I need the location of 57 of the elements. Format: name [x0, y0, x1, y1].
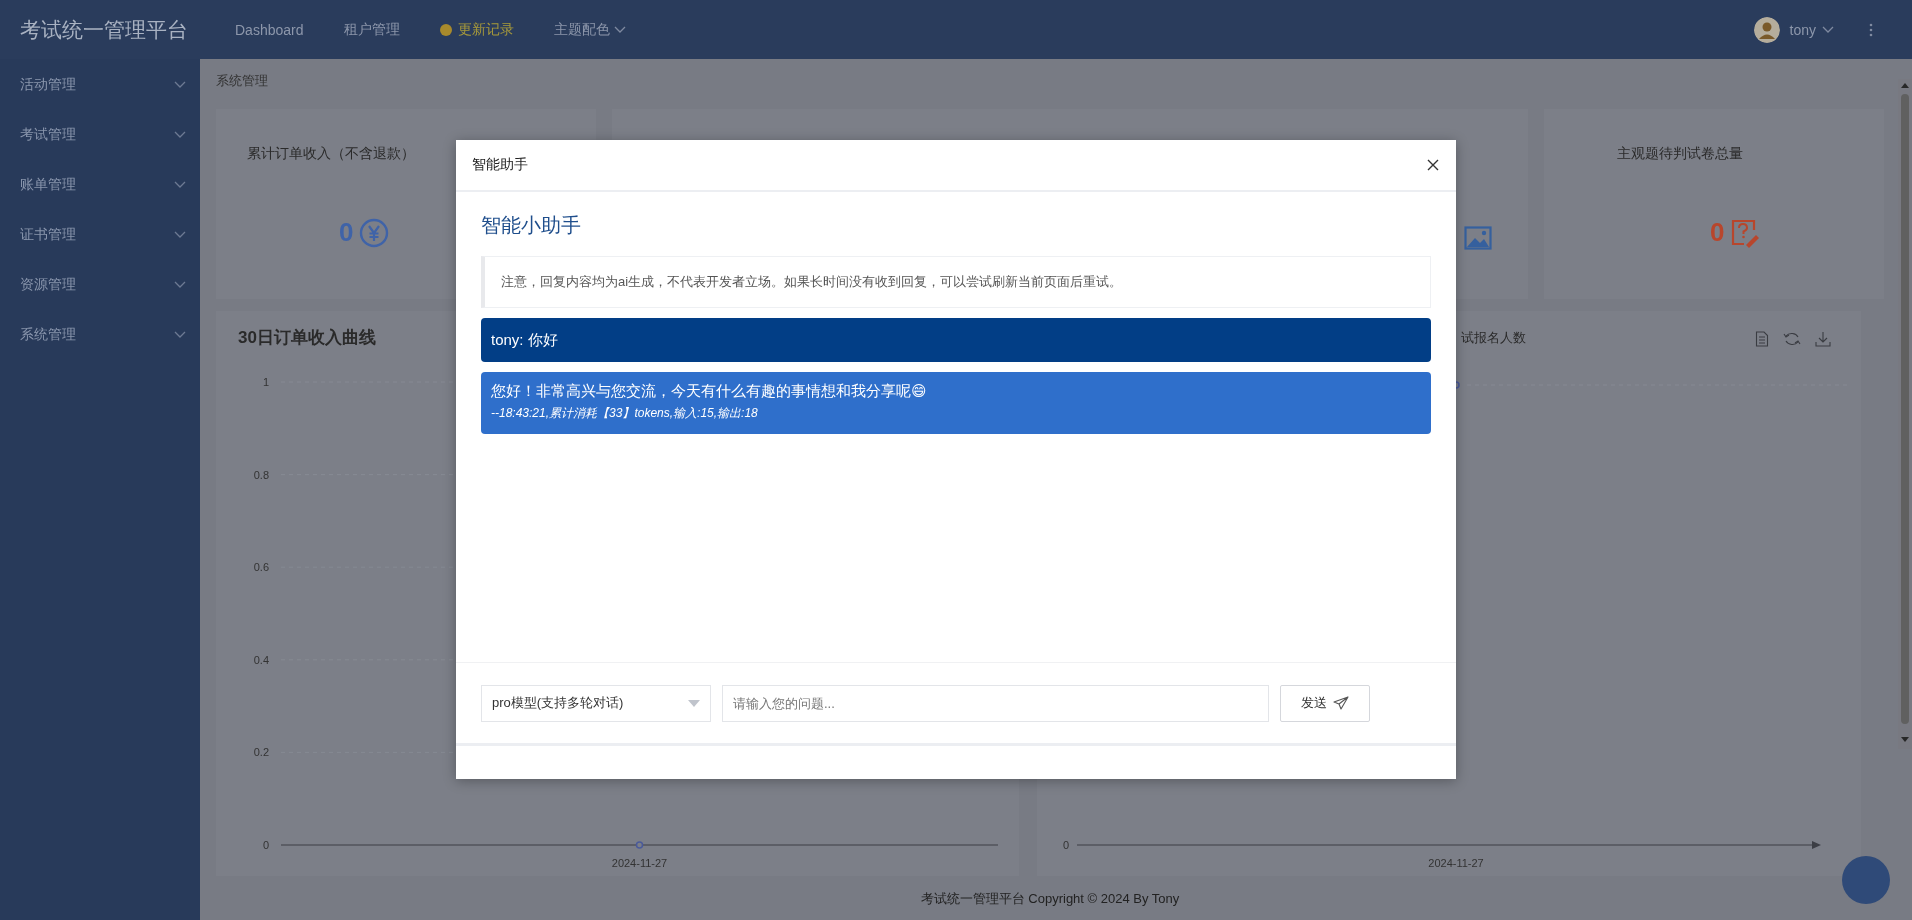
paper-plane-icon: [1333, 696, 1349, 710]
message-text: 您好！非常高兴与您交流，今天有什么有趣的事情想和我分享呢😄: [491, 382, 928, 401]
refresh-icon[interactable]: [1783, 331, 1801, 347]
avatar-icon[interactable]: [1753, 16, 1780, 43]
data-point: [635, 841, 644, 849]
question-edit-icon: [1730, 217, 1761, 248]
breadcrumb[interactable]: 系统管理: [216, 59, 268, 103]
axis-tick-label: 0: [262, 839, 269, 851]
chevron-icon: [174, 81, 186, 89]
sidebar-item[interactable]: 账单管理: [0, 160, 200, 210]
sidebar-item[interactable]: 资源管理: [0, 260, 200, 310]
chart-title: 试报名人数: [1461, 329, 1526, 347]
send-button[interactable]: 发送: [1280, 684, 1370, 722]
caret-icon: [688, 699, 700, 707]
sidebar-item[interactable]: 活动管理: [0, 60, 200, 110]
sidebar-item[interactable]: 考试管理: [0, 110, 200, 160]
card-title: 累计订单收入（不含退款）: [247, 145, 416, 163]
card-title: 主观题待判试卷总量: [1617, 145, 1744, 163]
message-text: tony: 你好: [491, 330, 558, 350]
axis-tick-label: 0.4: [253, 653, 269, 666]
nav-link[interactable]: 租户管理: [343, 20, 400, 39]
nav-dropdown[interactable]: 主题配色: [553, 20, 626, 39]
close-icon[interactable]: [1426, 158, 1440, 172]
document-icon[interactable]: [1755, 331, 1769, 347]
dialog-title: 智能助手: [472, 156, 528, 174]
axis-tick-label: 1: [262, 376, 269, 388]
question-input[interactable]: 请输入您的问题...: [722, 684, 1269, 722]
user-menu[interactable]: tony: [1789, 21, 1834, 38]
app-title: 考试统一管理平台: [19, 16, 189, 43]
chevron-icon: [613, 25, 626, 34]
stat-value: 0: [1710, 217, 1725, 248]
notice-text: 注意，回复内容均为ai生成，不代表开发者立场。如果长时间没有收到回复，可以尝试刷新当前页面后重试。: [481, 256, 1431, 308]
assistant-heading: 智能小助手: [481, 213, 582, 238]
nav-link[interactable]: 更新记录: [439, 20, 514, 39]
axis-tick-label: 0.8: [253, 468, 269, 481]
download-icon[interactable]: [1815, 331, 1831, 347]
axis-tick-label: 2024-11-27: [1428, 857, 1484, 869]
sidebar-item[interactable]: 证书管理: [0, 210, 200, 260]
yen-icon: [359, 217, 390, 248]
chevron-icon: [174, 231, 186, 239]
axis-tick-label: 2024-11-27: [611, 857, 668, 869]
axis-tick-label: 0: [1062, 839, 1069, 851]
chevron-icon: [174, 181, 186, 189]
chevron-icon: [174, 131, 186, 139]
chart-title: 30日订单收入曲线: [238, 327, 376, 346]
stat-value: 0: [339, 217, 354, 248]
chevron-icon: [1822, 25, 1834, 34]
more-icon[interactable]: [1868, 22, 1874, 37]
axis-tick-label: 0.2: [253, 746, 269, 759]
nav-link[interactable]: Dashboard: [235, 21, 304, 38]
axis-tick-label: 0.6: [253, 561, 269, 574]
chevron-icon: [174, 281, 186, 289]
message-meta: --18:43:21,累计消耗【33】tokens,输入:15,输出:18: [491, 405, 759, 422]
round-button[interactable]: [1842, 856, 1890, 904]
chevron-icon: [174, 331, 186, 339]
model-select[interactable]: pro模型(支持多轮对话): [481, 684, 711, 722]
sidebar-item[interactable]: 系统管理: [0, 310, 200, 360]
